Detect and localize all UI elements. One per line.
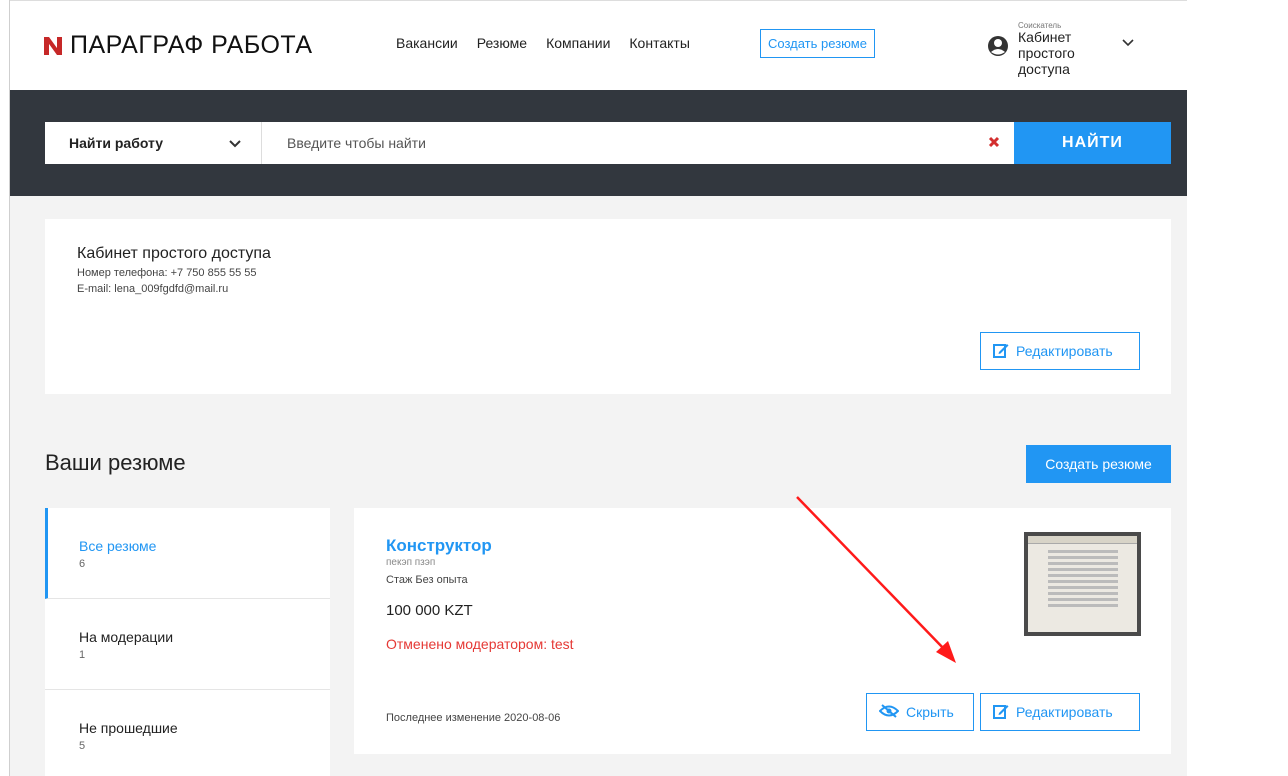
- annotation-arrow-icon: [796, 496, 956, 663]
